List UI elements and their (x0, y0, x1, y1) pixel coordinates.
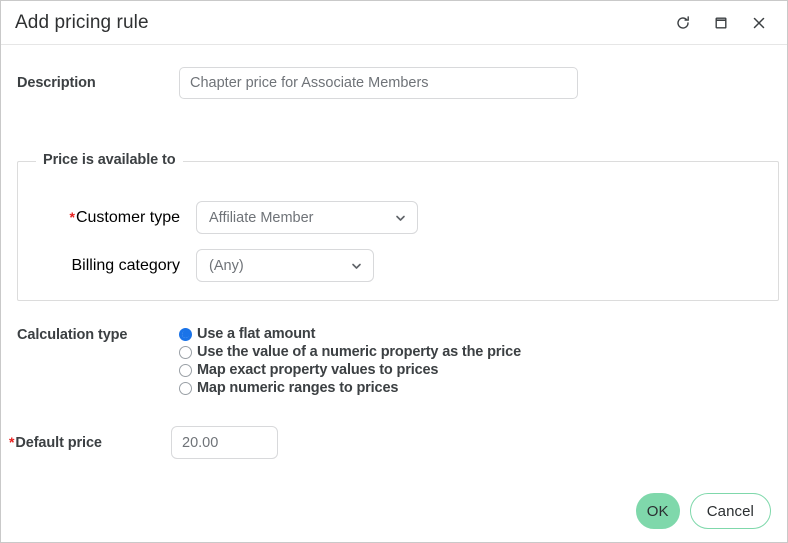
default-price-input[interactable] (171, 426, 278, 459)
cancel-button[interactable]: Cancel (689, 493, 771, 529)
refresh-icon[interactable] (673, 13, 693, 33)
radio-input-numeric-property[interactable] (179, 345, 192, 359)
dialog-titlebar: Add pricing rule (1, 1, 787, 45)
radio-option-flat-amount[interactable]: Use a flat amount (179, 326, 521, 342)
close-icon[interactable] (749, 13, 769, 33)
required-asterisk: * (69, 208, 75, 225)
radio-label-numeric-ranges: Map numeric ranges to prices (197, 380, 399, 396)
radio-input-flat-amount[interactable] (179, 327, 192, 341)
description-input[interactable] (179, 67, 578, 99)
customer-type-select[interactable]: Affiliate Member (196, 201, 418, 234)
radio-option-numeric-property[interactable]: Use the value of a numeric property as t… (179, 344, 521, 360)
calculation-type-label: Calculation type (17, 327, 128, 343)
dialog-title: Add pricing rule (15, 11, 149, 33)
billing-category-select-wrap: (Any) (196, 249, 374, 282)
price-availability-fieldset: Price is available to *Customer type Aff… (17, 152, 779, 301)
description-label: Description (17, 75, 96, 91)
radio-label-flat-amount: Use a flat amount (197, 326, 316, 342)
billing-category-label: Billing category (71, 256, 181, 274)
calculation-type-radio-group: Use a flat amount Use the value of a num… (179, 326, 521, 396)
default-price-label-text: Default price (15, 435, 102, 451)
titlebar-actions (673, 13, 773, 33)
maximize-icon[interactable] (711, 13, 731, 33)
radio-option-numeric-ranges[interactable]: Map numeric ranges to prices (179, 380, 521, 396)
billing-category-row: Billing category (Any) (18, 249, 778, 282)
radio-option-exact-values[interactable]: Map exact property values to prices (179, 362, 521, 378)
radio-input-numeric-ranges[interactable] (179, 381, 192, 395)
add-pricing-rule-dialog: Add pricing rule Description Chapter pri… (0, 0, 788, 543)
required-asterisk: * (9, 434, 15, 450)
radio-label-numeric-property: Use the value of a numeric property as t… (197, 344, 521, 360)
calculation-type-row: Calculation type Use a flat amount Use t… (1, 326, 787, 396)
customer-type-label: *Customer type (18, 208, 181, 227)
default-price-row: *Default price (1, 426, 787, 459)
fieldset-legend: Price is available to (36, 152, 183, 168)
radio-input-exact-values[interactable] (179, 363, 192, 377)
customer-type-label-text: Customer type (75, 208, 180, 226)
dialog-footer: OK Cancel (1, 480, 787, 542)
customer-type-row: *Customer type Affiliate Member (18, 201, 778, 234)
default-price-label: *Default price (1, 434, 156, 451)
radio-label-exact-values: Map exact property values to prices (197, 362, 439, 378)
ok-button[interactable]: OK (635, 493, 680, 529)
billing-category-select[interactable]: (Any) (196, 249, 374, 282)
customer-type-select-wrap: Affiliate Member (196, 201, 418, 234)
description-row: Description (1, 67, 787, 99)
